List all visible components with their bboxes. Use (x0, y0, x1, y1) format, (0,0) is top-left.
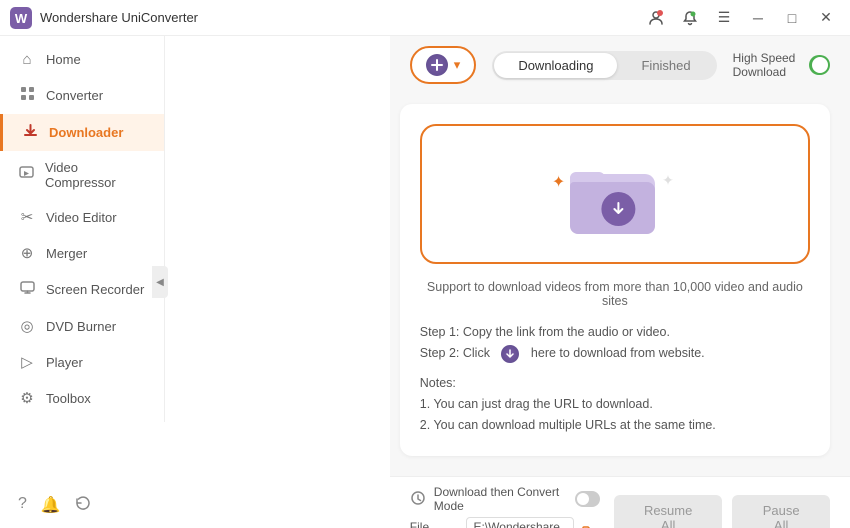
note1: 1. You can just drag the URL to download… (420, 394, 810, 415)
refresh-icon[interactable] (75, 495, 91, 516)
file-location-label: File Location: (410, 520, 459, 528)
maximize-button[interactable]: □ (778, 7, 806, 29)
video-compressor-icon (18, 166, 35, 185)
tab-finished[interactable]: Finished (617, 53, 714, 78)
high-speed-label: High Speed Download (733, 51, 802, 79)
folder-illustration: ✦ ✦ (560, 154, 670, 234)
sidebar-item-dvd-burner[interactable]: ◎ DVD Burner (0, 308, 164, 344)
video-editor-icon: ✂ (18, 208, 36, 226)
bottom-left-section: Download then Convert Mode File Location… (410, 485, 600, 528)
sidebar-label-merger: Merger (46, 246, 87, 261)
notes-title: Notes: (420, 373, 810, 394)
sidebar-label-video-editor: Video Editor (46, 210, 117, 225)
sidebar-item-video-editor[interactable]: ✂ Video Editor (0, 199, 164, 235)
home-icon: ⌂ (18, 51, 36, 68)
sidebar-collapse-button[interactable]: ◀ (152, 266, 168, 298)
download-circle-button (601, 192, 635, 226)
sidebar: ⌂ Home Converter (0, 36, 165, 422)
add-download-button[interactable]: ▾ (410, 46, 477, 84)
user-icon[interactable] (642, 7, 670, 29)
file-path-text: E:\Wondershare UniConverter (473, 520, 560, 528)
step2-prefix: Step 2: Click (420, 343, 490, 364)
bottom-actions: Resume All Pause All (614, 495, 830, 528)
dvd-burner-icon: ◎ (18, 317, 36, 335)
convert-mode-row: Download then Convert Mode (410, 485, 600, 513)
sidebar-label-converter: Converter (46, 88, 103, 103)
sidebar-item-merger[interactable]: ⊕ Merger (0, 235, 164, 271)
download-card: ✦ ✦ Support to download videos from more… (400, 104, 830, 456)
notification-icon[interactable] (676, 7, 704, 29)
sidebar-item-video-compressor[interactable]: Video Compressor (0, 151, 164, 199)
title-bar: W Wondershare UniConverter ☰ ─ □ ✕ (0, 0, 850, 36)
converter-icon (18, 86, 36, 105)
add-button-chevron: ▾ (454, 57, 461, 73)
sidebar-item-screen-recorder[interactable]: Screen Recorder (0, 271, 164, 308)
menu-icon[interactable]: ☰ (710, 7, 738, 29)
sparkle-right-icon: ✦ (662, 172, 674, 189)
help-icon[interactable]: ? (18, 495, 27, 516)
sidebar-item-downloader[interactable]: Downloader (0, 114, 164, 151)
convert-mode-toggle[interactable] (575, 491, 600, 507)
convert-mode-icon (410, 490, 426, 509)
step2-icon (501, 345, 519, 363)
sidebar-item-player[interactable]: ▷ Player (0, 344, 164, 380)
content-area: ▾ Downloading Finished High Speed Downlo… (390, 36, 850, 528)
sidebar-item-converter[interactable]: Converter (0, 77, 164, 114)
high-speed-section: High Speed Download (733, 51, 830, 79)
close-button[interactable]: ✕ (812, 7, 840, 29)
download-main: ✦ ✦ Support to download videos from more… (390, 94, 850, 476)
tab-group: Downloading Finished (492, 51, 716, 80)
notification-footer-icon[interactable]: 🔔 (41, 495, 61, 516)
toolbox-icon: ⚙ (18, 389, 36, 407)
screen-recorder-icon (18, 280, 36, 299)
download-illustration: ✦ ✦ (420, 124, 810, 264)
step2-line: Step 2: Click here to download from webs… (420, 343, 810, 364)
step1-text: Step 1: Copy the link from the audio or … (420, 322, 670, 343)
sidebar-label-home: Home (46, 52, 81, 67)
downloader-icon (21, 123, 39, 142)
sidebar-label-downloader: Downloader (49, 125, 123, 140)
svg-text:W: W (15, 11, 28, 26)
sidebar-label-player: Player (46, 355, 83, 370)
add-button-icon (426, 54, 448, 76)
bottom-bar: Download then Convert Mode File Location… (390, 476, 850, 528)
resume-all-button[interactable]: Resume All (614, 495, 722, 528)
main-layout: ⌂ Home Converter (0, 36, 850, 528)
high-speed-toggle[interactable] (809, 55, 830, 75)
tab-downloading[interactable]: Downloading (494, 53, 617, 78)
file-location-row: File Location: E:\Wondershare UniConvert… (410, 517, 600, 528)
minimize-button[interactable]: ─ (744, 7, 772, 29)
sidebar-label-video-compressor: Video Compressor (45, 160, 146, 190)
steps-section: Step 1: Copy the link from the audio or … (420, 322, 810, 365)
step1-line: Step 1: Copy the link from the audio or … (420, 322, 810, 343)
window-controls: ☰ ─ □ ✕ (642, 7, 840, 29)
player-icon: ▷ (18, 353, 36, 371)
app-logo: W (10, 7, 32, 29)
notes-section: Notes: 1. You can just drag the URL to d… (420, 373, 810, 437)
top-bar: ▾ Downloading Finished High Speed Downlo… (390, 36, 850, 94)
note2: 2. You can download multiple URLs at the… (420, 415, 810, 436)
footer-icons: ? 🔔 (18, 495, 91, 516)
sidebar-item-home[interactable]: ⌂ Home (0, 42, 164, 77)
sparkle-left-icon: ✦ (552, 172, 565, 192)
pause-all-button[interactable]: Pause All (732, 495, 830, 528)
merger-icon: ⊕ (18, 244, 36, 262)
app-title: Wondershare UniConverter (40, 10, 642, 25)
file-location-select[interactable]: E:\Wondershare UniConverter ▾ (466, 517, 574, 528)
sidebar-label-toolbox: Toolbox (46, 391, 91, 406)
sidebar-label-screen-recorder: Screen Recorder (46, 282, 144, 297)
convert-mode-label: Download then Convert Mode (434, 485, 567, 513)
step2-suffix: here to download from website. (531, 343, 705, 364)
sidebar-item-toolbox[interactable]: ⚙ Toolbox (0, 380, 164, 416)
support-text: Support to download videos from more tha… (420, 280, 810, 308)
sidebar-label-dvd-burner: DVD Burner (46, 319, 116, 334)
